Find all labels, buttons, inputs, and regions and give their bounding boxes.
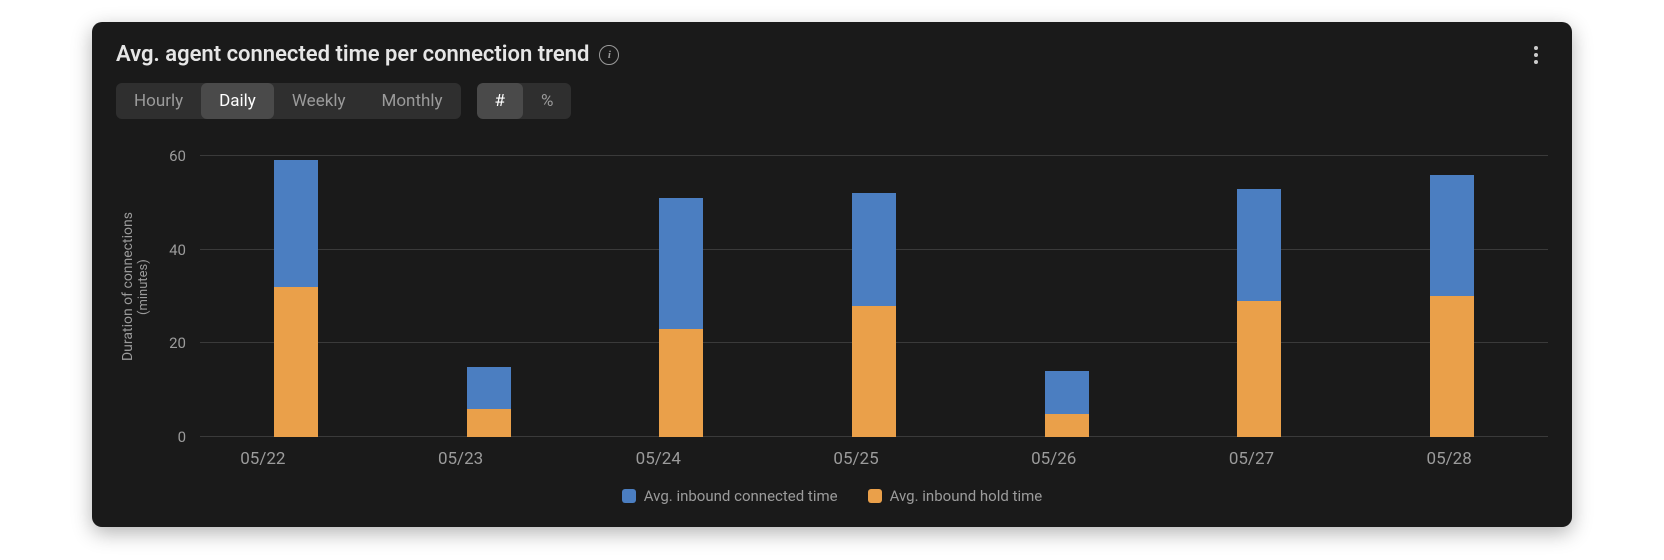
stacked-bar[interactable] [1430, 175, 1474, 438]
bar-segment-connected [1045, 371, 1089, 413]
y-tick: 20 [169, 334, 186, 352]
bar-slot [1163, 137, 1356, 437]
x-axis-tick: 05/23 [362, 449, 560, 469]
bar-slot [585, 137, 778, 437]
mode-option-[interactable]: % [523, 83, 571, 119]
bar-segment-connected [659, 198, 703, 329]
legend: Avg. inbound connected time Avg. inbound… [116, 487, 1548, 505]
y-tick: 40 [169, 241, 186, 259]
stacked-bar[interactable] [852, 193, 896, 437]
legend-item-connected[interactable]: Avg. inbound connected time [622, 487, 838, 505]
legend-swatch-orange [868, 489, 882, 503]
y-tick: 60 [169, 147, 186, 165]
bar-segment-hold [274, 287, 318, 437]
title-wrap: Avg. agent connected time per connection… [116, 42, 619, 67]
bar-segment-hold [1045, 414, 1089, 437]
granularity-option-weekly[interactable]: Weekly [274, 83, 364, 119]
panel-header: Avg. agent connected time per connection… [116, 42, 1548, 67]
stacked-bar[interactable] [274, 160, 318, 437]
legend-label: Avg. inbound connected time [644, 487, 838, 505]
granularity-selector: HourlyDailyWeeklyMonthly [116, 83, 461, 119]
bar-segment-connected [467, 367, 511, 409]
mode-option-[interactable]: # [477, 83, 523, 119]
stacked-bar[interactable] [1237, 189, 1281, 437]
more-options-button[interactable] [1524, 43, 1548, 67]
bar-segment-connected [1237, 189, 1281, 302]
x-axis-tick: 05/26 [955, 449, 1153, 469]
granularity-option-monthly[interactable]: Monthly [364, 83, 461, 119]
bar-segment-hold [467, 409, 511, 437]
bar-slot [778, 137, 971, 437]
chart-area: Duration of connections (minutes) 020406… [116, 137, 1548, 437]
bar-slot [1355, 137, 1548, 437]
plot: 0204060 [152, 137, 1548, 437]
x-axis-tick: 05/22 [164, 449, 362, 469]
x-axis-tick: 05/28 [1350, 449, 1548, 469]
stacked-bar[interactable] [659, 198, 703, 437]
x-axis-labels: 05/2205/2305/2405/2505/2605/2705/28 [164, 449, 1548, 469]
legend-label: Avg. inbound hold time [890, 487, 1043, 505]
chart-panel: Avg. agent connected time per connection… [92, 22, 1572, 527]
x-axis-tick: 05/25 [757, 449, 955, 469]
bar-segment-connected [274, 160, 318, 287]
y-tick: 0 [178, 428, 186, 446]
granularity-option-daily[interactable]: Daily [201, 83, 274, 119]
legend-item-hold[interactable]: Avg. inbound hold time [868, 487, 1043, 505]
stacked-bar[interactable] [467, 367, 511, 437]
y-axis-label: Duration of connections (minutes) [116, 137, 152, 437]
bar-segment-hold [1237, 301, 1281, 437]
bar-slot [970, 137, 1163, 437]
bar-segment-connected [1430, 175, 1474, 297]
mode-selector: #% [477, 83, 572, 119]
bar-segment-hold [659, 329, 703, 437]
legend-swatch-blue [622, 489, 636, 503]
controls-row: HourlyDailyWeeklyMonthly #% [116, 83, 1548, 119]
x-axis-tick: 05/24 [559, 449, 757, 469]
bar-segment-hold [852, 306, 896, 437]
bars-container [200, 137, 1548, 437]
bar-segment-connected [852, 193, 896, 306]
x-axis-tick: 05/27 [1153, 449, 1351, 469]
bar-slot [393, 137, 586, 437]
stacked-bar[interactable] [1045, 371, 1089, 437]
y-axis-ticks: 0204060 [152, 137, 192, 437]
bar-segment-hold [1430, 296, 1474, 437]
granularity-option-hourly[interactable]: Hourly [116, 83, 201, 119]
bar-slot [200, 137, 393, 437]
info-icon[interactable]: i [599, 45, 619, 65]
panel-title: Avg. agent connected time per connection… [116, 42, 589, 67]
